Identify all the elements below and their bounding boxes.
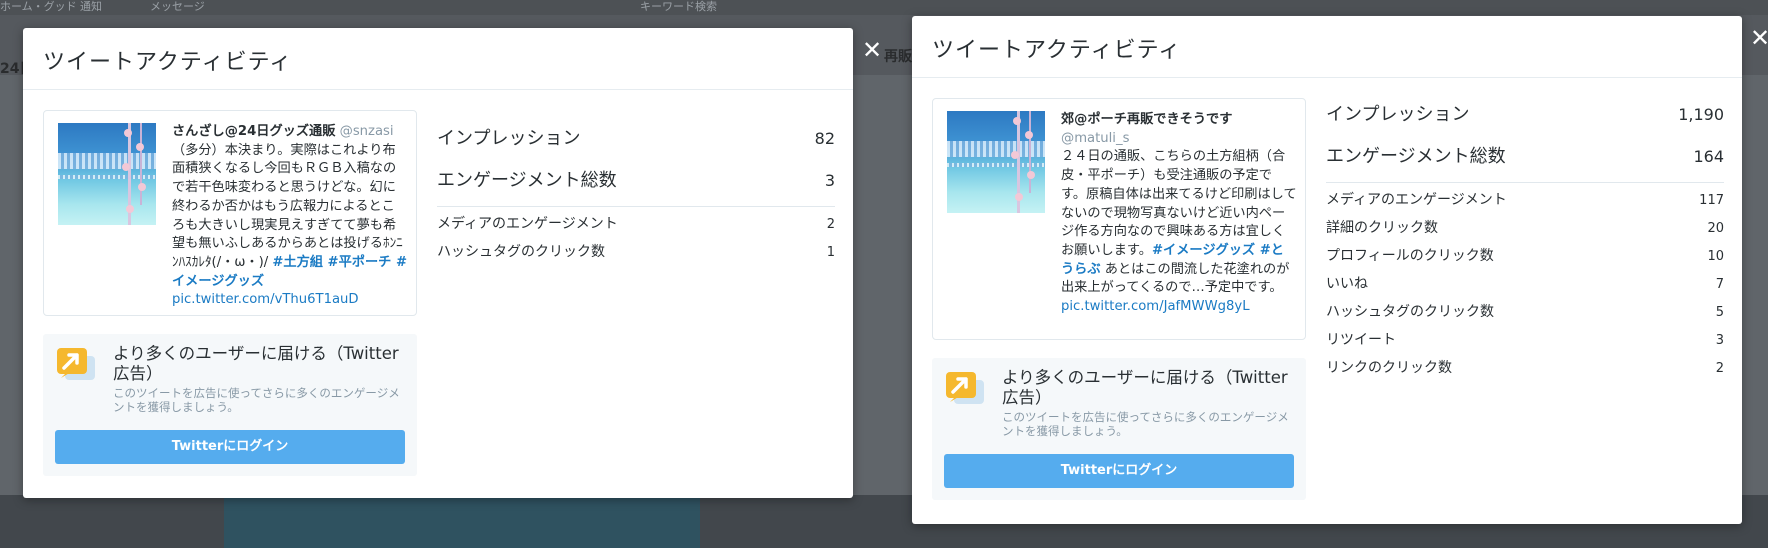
metric-retweets: リツイート 3 — [1326, 329, 1724, 357]
metric-label: プロフィールのクリック数 — [1326, 248, 1494, 264]
bg-search: キーワード検索 — [640, 0, 717, 13]
thumb-flower — [1027, 171, 1035, 179]
thumb-flower — [136, 143, 144, 151]
background-topbar: ホーム・グッド 通知 メッセージ キーワード検索 — [0, 0, 1768, 15]
metric-total-engagements: エンゲージメント総数 3 — [437, 166, 835, 208]
close-icon[interactable]: ✕ — [862, 38, 882, 62]
metric-label: メディアのエンゲージメント — [1326, 192, 1507, 208]
thumb-vine — [1029, 111, 1031, 193]
metric-hashtag-clicks: ハッシュタグのクリック数 5 — [1326, 301, 1724, 329]
tweet-media-thumbnail[interactable] — [58, 123, 156, 225]
thumb-vine — [140, 123, 142, 205]
tweet-activity-modal: ツイートアクティビティ 郊@ポーチ再販できそうです @matuli_s ２４日の… — [912, 16, 1742, 524]
metric-value: 117 — [1699, 193, 1724, 208]
metric-value: 10 — [1707, 249, 1724, 264]
metric-media-engagements: メディアのエンゲージメント 2 — [437, 213, 835, 241]
tweet-body: 郊@ポーチ再販できそうです @matuli_s ２４日の通販、こちらの土方組柄（… — [1061, 111, 1297, 317]
metric-value: 164 — [1693, 147, 1724, 166]
thumb-flower — [138, 183, 146, 191]
metric-hashtag-clicks: ハッシュタグのクリック数 1 — [437, 241, 835, 269]
bg-nav-notifications: 通知 — [80, 0, 102, 13]
promote-arrow-icon — [57, 348, 95, 380]
metric-label: エンゲージメント総数 — [437, 170, 617, 191]
metric-value: 7 — [1715, 277, 1724, 292]
metric-impressions: インプレッション 82 — [437, 124, 835, 166]
modal-title: ツイートアクティビティ — [932, 38, 1182, 63]
metric-value: 5 — [1715, 305, 1724, 320]
metric-label: ハッシュタグのクリック数 — [1326, 304, 1494, 320]
promote-description: このツイートを広告に使ってさらに多くのエンゲージメントを獲得しましょう。 — [113, 386, 400, 414]
metrics-panel: インプレッション 82 エンゲージメント総数 3 メディアのエンゲージメント 2… — [437, 124, 835, 269]
promote-title: より多くのユーザーに届ける（Twitter広告） — [1002, 368, 1288, 407]
modal-header: ツイートアクティビティ — [912, 16, 1742, 78]
metric-label: インプレッション — [437, 128, 581, 149]
promote-title: より多くのユーザーに届ける（Twitter広告） — [113, 344, 399, 383]
promote-arrow-icon — [946, 372, 984, 404]
tweet-media-thumbnail[interactable] — [947, 111, 1045, 213]
promote-tweet-box: より多くのユーザーに届ける（Twitter広告） このツイートを広告に使ってさら… — [932, 358, 1306, 500]
metric-label: いいね — [1326, 276, 1368, 292]
promote-tweet-box: より多くのユーザーに届ける（Twitter広告） このツイートを広告に使ってさら… — [43, 334, 417, 476]
metric-value: 20 — [1707, 221, 1724, 236]
metric-label: 詳細のクリック数 — [1326, 220, 1438, 236]
metric-media-engagements: メディアのエンゲージメント 117 — [1326, 189, 1724, 217]
tweet-text: ２４日の通販、こちらの土方組柄（合皮・平ポーチ）も受注通販の予定です。原稿自体は… — [1061, 149, 1297, 258]
metric-label: リツイート — [1326, 332, 1396, 348]
thumb-flower — [122, 163, 130, 171]
metric-label: インプレッション — [1326, 104, 1470, 125]
metric-label: リンクのクリック数 — [1326, 360, 1452, 376]
thumb-flower — [1025, 131, 1033, 139]
metric-value: 3 — [1715, 333, 1724, 348]
metric-detail-expands: 詳細のクリック数 20 — [1326, 217, 1724, 245]
bg-fragment-right: 再販 — [884, 49, 912, 65]
metric-likes: いいね 7 — [1326, 273, 1724, 301]
twitter-login-button[interactable]: Twitterにログイン — [944, 454, 1294, 488]
thumb-flower — [1015, 193, 1023, 201]
metric-value: 2 — [1715, 361, 1724, 376]
metric-link-clicks: リンクのクリック数 2 — [1326, 357, 1724, 385]
metric-value: 82 — [814, 129, 835, 148]
modal-header: ツイートアクティビティ — [23, 28, 853, 90]
tweet-author-name[interactable]: さんざし@24日グッズ通販 — [172, 124, 335, 139]
tweet-card[interactable]: さんざし@24日グッズ通販 @snzasi （多分）本決まり。実際はこれより布面… — [43, 110, 417, 316]
metric-label: メディアのエンゲージメント — [437, 216, 618, 232]
thumb-flower — [124, 129, 132, 137]
tweet-media-link[interactable]: pic.twitter.com/JafMWWg8yL — [1061, 299, 1250, 314]
metric-profile-clicks: プロフィールのクリック数 10 — [1326, 245, 1724, 273]
metric-label: ハッシュタグのクリック数 — [437, 244, 605, 260]
tweet-media-link[interactable]: pic.twitter.com/vThu6T1auD — [172, 292, 359, 307]
tweet-author-handle[interactable]: @matuli_s — [1061, 131, 1129, 146]
tweet-activity-modal: ツイートアクティビティ さんざし@24日グッズ通販 @snzasi （多分）本決… — [23, 28, 853, 498]
metric-value: 2 — [826, 217, 835, 232]
metric-label: エンゲージメント総数 — [1326, 146, 1506, 167]
bg-strip-left — [0, 495, 224, 548]
metrics-divider — [1326, 182, 1724, 183]
thumb-flower — [126, 205, 134, 213]
close-icon[interactable]: ✕ — [1750, 26, 1768, 50]
bg-nav-messages: メッセージ — [150, 0, 205, 13]
metrics-panel: インプレッション 1,190 エンゲージメント総数 164 メディアのエンゲージ… — [1326, 100, 1724, 385]
modal-title: ツイートアクティビティ — [43, 50, 293, 75]
bg-nav-home: ホーム・グッド — [0, 0, 77, 13]
thumb-flower — [1011, 151, 1019, 159]
thumb-flower — [1013, 117, 1021, 125]
tweet-text: （多分）本決まり。実際はこれより布面積狭くなるし今回もＲＧＢ入稿なので若干色味変… — [172, 142, 403, 270]
metric-value: 1 — [826, 245, 835, 260]
metric-value: 3 — [824, 171, 835, 190]
tweet-author-name[interactable]: 郊@ポーチ再販できそうです — [1061, 112, 1232, 127]
twitter-login-button[interactable]: Twitterにログイン — [55, 430, 405, 464]
metric-value: 1,190 — [1678, 105, 1724, 124]
tweet-body: さんざし@24日グッズ通販 @snzasi （多分）本決まり。実際はこれより布面… — [172, 123, 408, 310]
bg-strip-image — [224, 495, 700, 548]
promote-description: このツイートを広告に使ってさらに多くのエンゲージメントを獲得しましょう。 — [1002, 410, 1289, 438]
metric-total-engagements: エンゲージメント総数 164 — [1326, 142, 1724, 184]
metrics-divider — [437, 206, 835, 207]
tweet-card[interactable]: 郊@ポーチ再販できそうです @matuli_s ２４日の通販、こちらの土方組柄（… — [932, 98, 1306, 340]
metric-impressions: インプレッション 1,190 — [1326, 100, 1724, 142]
tweet-author-handle[interactable]: @snzasi — [340, 124, 394, 139]
